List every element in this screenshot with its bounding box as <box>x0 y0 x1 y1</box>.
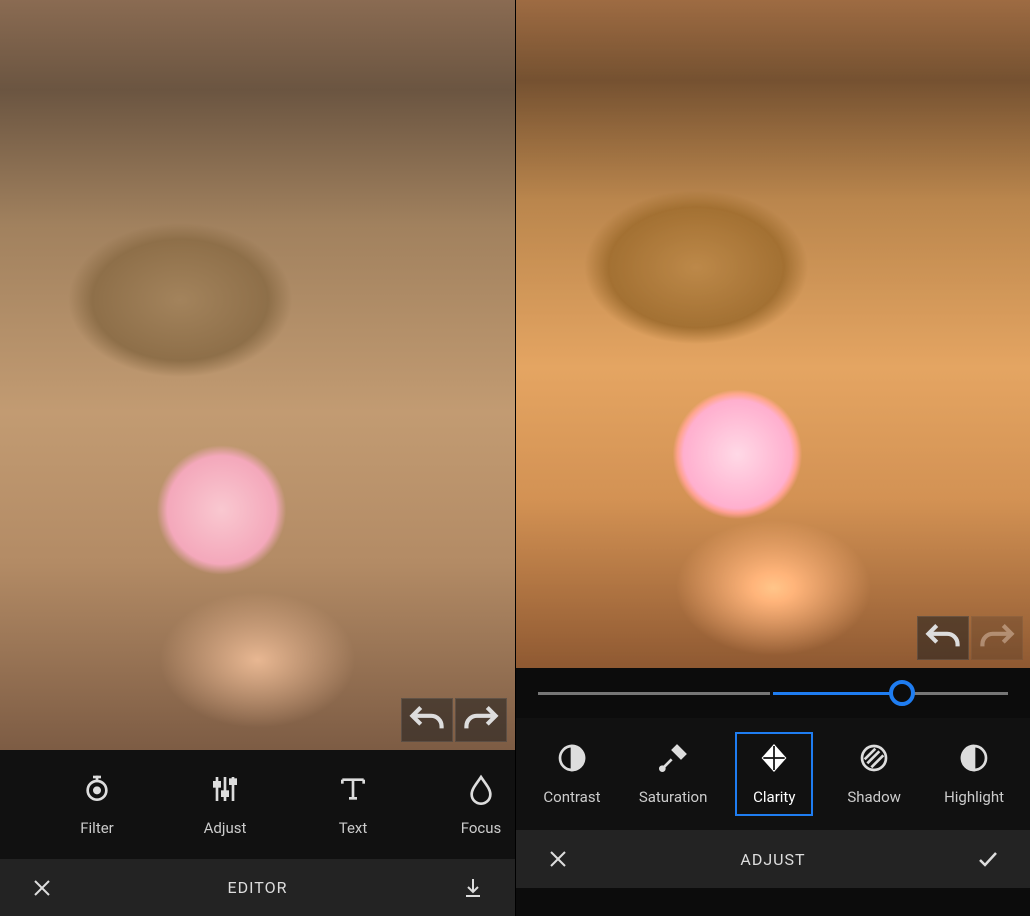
eyedropper-icon <box>657 742 689 774</box>
editor-pane: Filter Adjust Text Focus EDITOR <box>0 0 515 916</box>
download-button[interactable] <box>453 876 493 900</box>
focus-tool[interactable]: Focus <box>442 763 520 847</box>
mode-title: ADJUST <box>578 850 968 869</box>
tool-label: Focus <box>461 819 502 837</box>
tool-label: Filter <box>80 819 114 837</box>
text-tool[interactable]: Text <box>314 763 392 847</box>
cancel-button[interactable] <box>538 847 578 871</box>
shadow-tool[interactable]: Shadow <box>835 732 913 816</box>
mode-title: EDITOR <box>62 878 453 897</box>
drop-icon <box>465 773 497 805</box>
adjust-slider[interactable] <box>516 668 1030 718</box>
tool-label: Contrast <box>543 788 600 806</box>
undo-button[interactable] <box>401 698 453 742</box>
editor-tool-row: Filter Adjust Text Focus <box>0 750 515 859</box>
confirm-button[interactable] <box>968 847 1008 871</box>
slider-thumb[interactable] <box>889 680 915 706</box>
tool-label: Shadow <box>847 788 901 806</box>
image-canvas[interactable] <box>516 0 1030 668</box>
tool-label: Saturation <box>639 788 708 806</box>
tool-label: Adjust <box>204 819 247 837</box>
highlight-tool[interactable]: Highlight <box>935 732 1013 816</box>
tool-label: Text <box>339 819 368 837</box>
contrast-tool[interactable]: Contrast <box>533 732 611 816</box>
saturation-tool[interactable]: Saturation <box>633 732 714 816</box>
filter-icon <box>81 773 113 805</box>
slider-track <box>538 692 1008 695</box>
adjust-bottom-bar: ADJUST <box>516 830 1030 888</box>
adjust-pane: Contrast Saturation Clarity Shadow Highl… <box>515 0 1030 916</box>
clarity-tool[interactable]: Clarity <box>735 732 813 816</box>
sliders-icon <box>209 773 241 805</box>
tool-label: Highlight <box>944 788 1004 806</box>
close-button[interactable] <box>22 876 62 900</box>
adjust-tool-row: Contrast Saturation Clarity Shadow Highl… <box>516 718 1030 830</box>
check-icon <box>976 847 1000 871</box>
redo-button[interactable] <box>971 616 1023 660</box>
close-icon <box>546 847 570 871</box>
highlight-icon <box>958 742 990 774</box>
close-icon <box>30 876 54 900</box>
photo-preview <box>0 0 515 750</box>
text-icon <box>337 773 369 805</box>
redo-button[interactable] <box>455 698 507 742</box>
slider-active <box>773 692 902 695</box>
image-canvas[interactable] <box>0 0 515 750</box>
shadow-icon <box>858 742 890 774</box>
history-controls <box>917 616 1023 660</box>
undo-button[interactable] <box>917 616 969 660</box>
tool-label: Clarity <box>753 788 795 806</box>
adjust-tool[interactable]: Adjust <box>186 763 264 847</box>
editor-bottom-bar: EDITOR <box>0 859 515 916</box>
contrast-icon <box>556 742 588 774</box>
download-icon <box>461 876 485 900</box>
history-controls <box>401 698 507 742</box>
clarity-icon <box>758 742 790 774</box>
photo-preview <box>516 0 1030 668</box>
filter-tool[interactable]: Filter <box>58 763 136 847</box>
